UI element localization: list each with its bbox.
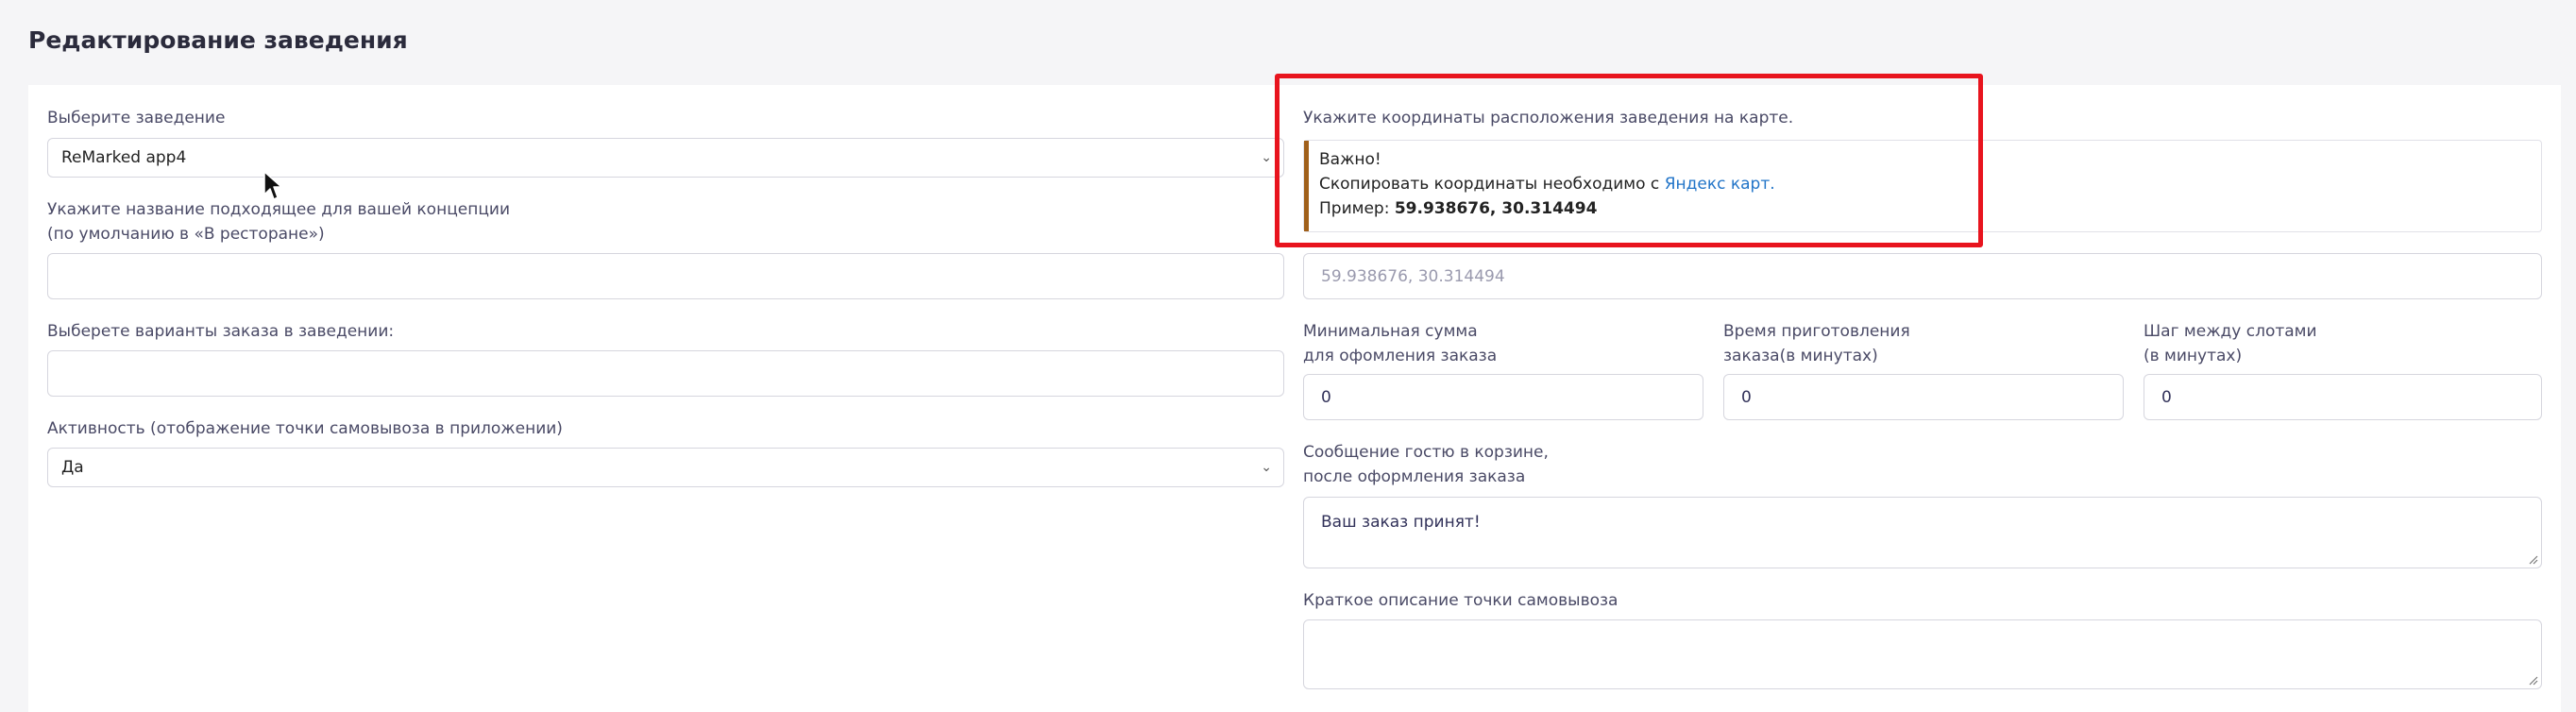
- coordinates-placeholder: 59.938676, 30.314494: [1321, 266, 1505, 286]
- guest-message-textarea[interactable]: Ваш заказ принят!: [1303, 497, 2542, 568]
- description-label: Краткое описание точки самовывоза: [1303, 591, 1618, 610]
- guest-message-label-line2: после оформления заказа: [1303, 467, 1526, 486]
- activity-select[interactable]: Да ⌄: [47, 448, 1284, 487]
- min-sum-label-line2: для офомления заказа: [1303, 347, 1498, 365]
- prep-time-input[interactable]: 0: [1723, 374, 2124, 420]
- concept-label-line2: (по умолчанию в «В ресторане»): [47, 225, 325, 244]
- mouse-pointer-icon: [263, 171, 282, 200]
- min-sum-value: 0: [1321, 387, 1331, 407]
- prep-time-label-line1: Время приготовления: [1723, 322, 1910, 341]
- chevron-down-icon: ⌄: [1261, 150, 1272, 165]
- prep-time-label-line2: заказа(в минутах): [1723, 347, 1878, 365]
- venue-select-label: Выберите заведение: [47, 109, 226, 127]
- prep-time-value: 0: [1741, 387, 1752, 407]
- min-sum-label-line1: Минимальная сумма: [1303, 322, 1478, 341]
- min-sum-input[interactable]: 0: [1303, 374, 1703, 420]
- slot-step-value: 0: [2161, 387, 2172, 407]
- activity-label: Активность (отображение точки самовывоза…: [47, 419, 563, 438]
- order-options-label: Выберете варианты заказа в заведении:: [47, 322, 395, 341]
- resize-handle-icon[interactable]: [2527, 674, 2538, 686]
- slot-step-label-line1: Шаг между слотами: [2144, 322, 2317, 341]
- resize-handle-icon[interactable]: [2527, 553, 2538, 565]
- slot-step-input[interactable]: 0: [2144, 374, 2542, 420]
- venue-select[interactable]: ReMarked app4 ⌄: [47, 138, 1284, 178]
- concept-name-input[interactable]: [47, 253, 1284, 299]
- guest-message-label-line1: Сообщение гостю в корзине,: [1303, 443, 1549, 462]
- highlight-annotation-box: [1275, 74, 1983, 247]
- guest-message-value: Ваш заказ принят!: [1321, 513, 1481, 532]
- order-options-input[interactable]: [47, 350, 1284, 397]
- slot-step-label-line2: (в минутах): [2144, 347, 2243, 365]
- coordinates-input[interactable]: 59.938676, 30.314494: [1303, 253, 2542, 299]
- page-title: Редактирование заведения: [28, 26, 408, 54]
- chevron-down-icon: ⌄: [1261, 460, 1272, 475]
- description-textarea[interactable]: [1303, 619, 2542, 689]
- venue-select-value: ReMarked app4: [61, 148, 187, 167]
- activity-select-value: Да: [61, 458, 84, 477]
